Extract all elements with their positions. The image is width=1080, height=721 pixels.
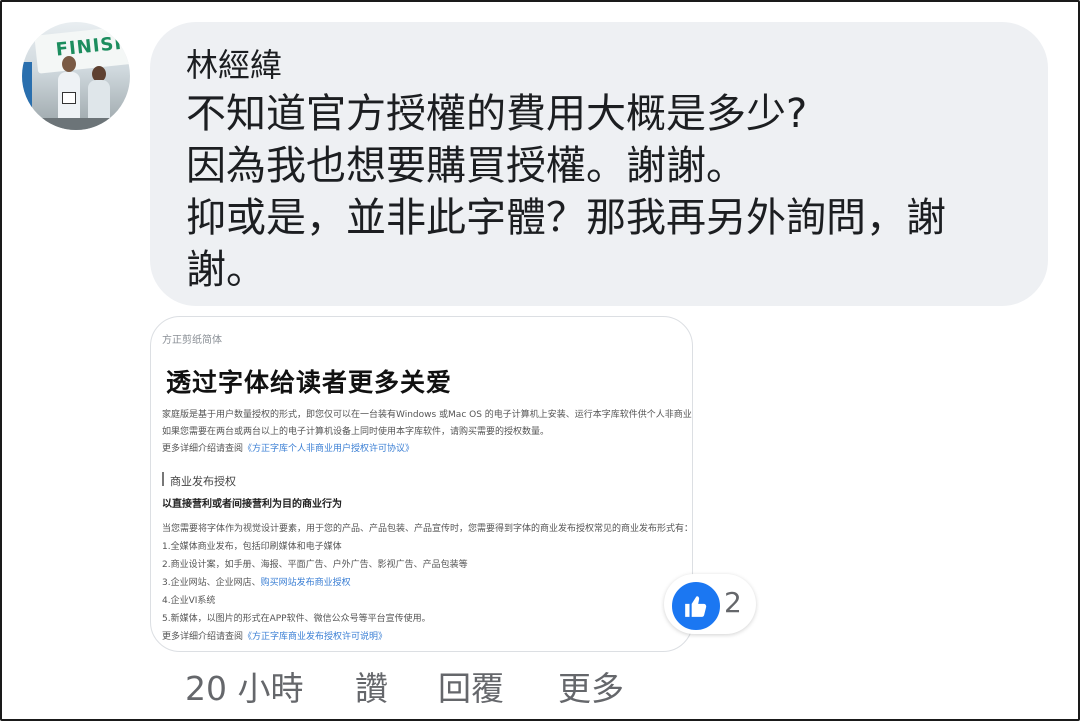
reaction-badge[interactable]: 2 xyxy=(664,574,756,634)
like-button[interactable]: 讚 xyxy=(355,662,388,710)
avatar-banner: FINISH xyxy=(34,24,130,74)
attachment-list-item: 3.企业网站、企业网店、购买网站发布商业授权 xyxy=(162,575,351,588)
attachment-headline: 透过字体给读者更多关爱 xyxy=(166,368,453,397)
comment-line: 因為我也想要購買授權。謝謝。 xyxy=(186,143,746,189)
more-button[interactable]: 更多 xyxy=(558,662,624,710)
section-bar xyxy=(162,472,164,486)
attachment-more-prefix: 更多详细介绍请查阅 xyxy=(162,444,244,454)
attachment-paragraph: 如果您需要在两台或两台以上的电子计算机设备上同时使用本字库软件，请购买需要的授权… xyxy=(162,427,550,437)
reply-button[interactable]: 回覆 xyxy=(438,662,504,710)
attachment-more-1: 更多详细介绍请查阅《方正字库个人非商业用户授权许可协议》 xyxy=(162,441,414,454)
attachment-license-link[interactable]: 《方正字库个人非商业用户授权许可协议》 xyxy=(243,444,414,454)
attachment-section-title: 商业发布授权 xyxy=(170,475,236,488)
thumbs-up-glyph xyxy=(685,596,707,617)
attachment-paragraph: 家庭版是基于用户数量授权的形式，即您仅可以在一台装有Windows 或Mac O… xyxy=(162,410,693,420)
reaction-count: 2 xyxy=(724,586,742,619)
comment-timestamp[interactable]: 20 小時 xyxy=(185,662,303,710)
avatar-runner-head xyxy=(62,56,76,72)
thumbs-up-icon xyxy=(670,580,722,632)
comment-text: 不知道官方授權的費用大概是多少? 因為我也想要購買授權。謝謝。 抑或是，並非此字… xyxy=(186,88,1006,296)
comment-attachment-image[interactable]: 方正剪纸简体 透过字体给读者更多关爱 家庭版是基于用户数量授权的形式，即您仅可以… xyxy=(150,316,693,652)
attachment-more-prefix: 更多详细介绍请查阅 xyxy=(162,632,244,642)
avatar-ground xyxy=(22,118,130,130)
author-avatar[interactable]: FINISH xyxy=(22,22,130,130)
attachment-section-subtitle: 以直接营利或者间接营利为目的商业行为 xyxy=(162,499,342,510)
attachment-font-name: 方正剪纸简体 xyxy=(162,335,222,346)
attachment-list-item: 1.全媒体商业发布，包括印刷媒体和电子媒体 xyxy=(162,542,342,552)
attachment-buy-link[interactable]: 购买网站发布商业授权 xyxy=(261,578,351,588)
avatar-bib xyxy=(62,92,76,104)
attachment-list-item: 2.商业设计案，如手册、海报、平面广告、户外广告、影视广告、产品包装等 xyxy=(162,560,468,570)
comment-line: 不知道官方授權的費用大概是多少? xyxy=(186,91,808,137)
comment-bubble: 林經緯 不知道官方授權的費用大概是多少? 因為我也想要購買授權。謝謝。 抑或是，… xyxy=(150,22,1048,306)
attachment-list-item-text: 3.企业网站、企业网店、 xyxy=(162,578,261,588)
attachment-section-intro: 当您需要将字体作为视觉设计要素，用于您的产品、产品包装、产品宣传时，您需要得到字… xyxy=(162,524,693,534)
attachment-list-item: 5.新媒体，以图片的形式在APP软件、微信公众号等平台宣传使用。 xyxy=(162,614,431,624)
attachment-more-2: 更多详细介绍请查阅《方正字库商业发布授权许可说明》 xyxy=(162,629,387,642)
attachment-list-item: 4.企业VI系统 xyxy=(162,596,216,606)
comment-line: 抑或是，並非此字體？那我再另外詢問，謝 xyxy=(186,195,946,241)
comment-line: 謝。 xyxy=(186,247,266,293)
comment-author[interactable]: 林經緯 xyxy=(186,40,282,86)
attachment-commercial-link[interactable]: 《方正字库商业发布授权许可说明》 xyxy=(243,632,387,642)
